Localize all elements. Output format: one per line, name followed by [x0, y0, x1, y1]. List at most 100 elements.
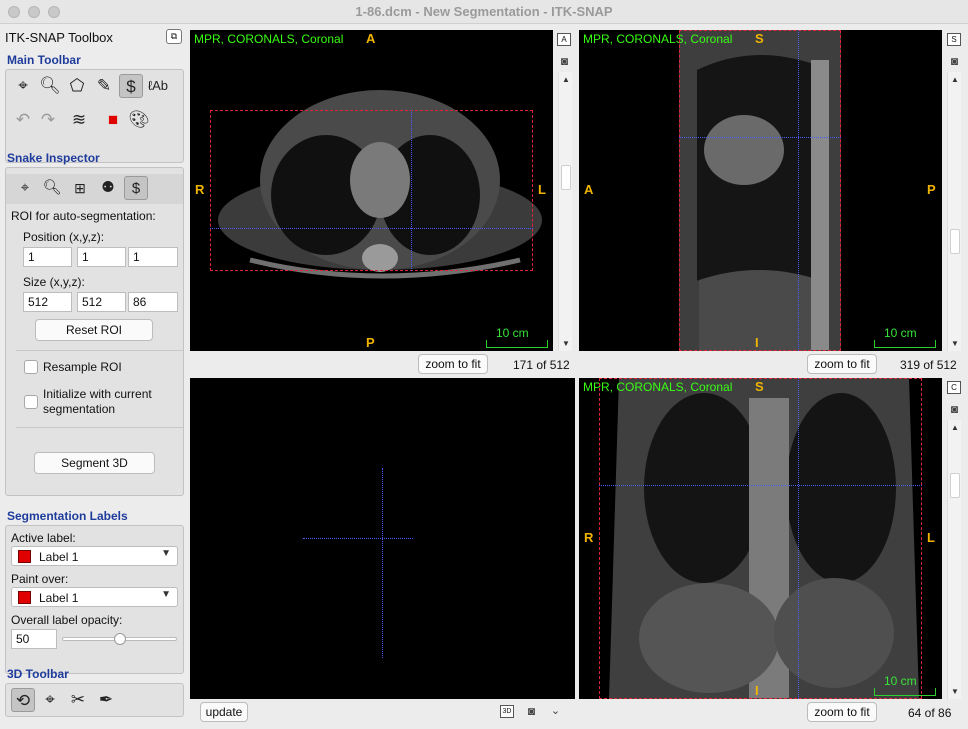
- undock-icon[interactable]: ⧉: [166, 29, 182, 44]
- scroll-down-icon[interactable]: ▼: [559, 339, 573, 348]
- camera-icon[interactable]: ◙: [947, 55, 962, 67]
- opacity-field[interactable]: 50: [11, 629, 57, 649]
- zoom-icon[interactable]: 🔍︎: [38, 74, 62, 98]
- scroll-up-icon[interactable]: ▲: [559, 75, 573, 84]
- paint-over-value: Label 1: [39, 591, 79, 605]
- paintbrush-icon[interactable]: ✎: [92, 74, 116, 98]
- position-x-field[interactable]: 1: [23, 247, 72, 267]
- size-y-field[interactable]: 512: [77, 292, 126, 312]
- title-bar: 1-86.dcm - New Segmentation - ITK-SNAP: [0, 0, 968, 24]
- segment-3d-button[interactable]: Segment 3D: [34, 452, 155, 474]
- view-letter-icon[interactable]: C: [947, 381, 961, 394]
- spray-icon[interactable]: ✒: [94, 688, 118, 712]
- opacity-slider-handle[interactable]: [114, 633, 126, 645]
- scalpel-icon[interactable]: ✂: [66, 688, 90, 712]
- roi-label: ROI for auto-segmentation:: [11, 209, 156, 223]
- scroll-up-icon[interactable]: ▲: [948, 75, 962, 84]
- paint-over-swatch: [18, 591, 31, 604]
- paint-over-select[interactable]: Label 1 ▼: [11, 587, 178, 607]
- opacity-slider[interactable]: [62, 633, 177, 645]
- update-button[interactable]: update: [200, 702, 248, 722]
- axial-view[interactable]: MPR, CORONALS, Coronal A P R L 10 cm: [190, 30, 553, 351]
- scale-bar: [874, 688, 936, 696]
- 3d-view[interactable]: [190, 378, 575, 699]
- zoom-to-fit-button[interactable]: zoom to fit: [807, 702, 877, 722]
- scale-bar: [486, 340, 548, 348]
- position-z-field[interactable]: 1: [128, 247, 178, 267]
- palette-icon[interactable]: 🎨︎: [127, 108, 151, 132]
- camera-icon[interactable]: ◙: [557, 55, 572, 67]
- snake-icon[interactable]: $: [124, 176, 148, 200]
- orientation-bottom: P: [366, 335, 375, 350]
- segmentation-labels-heading: Segmentation Labels: [7, 509, 128, 523]
- crosshair-horizontal: [679, 137, 841, 138]
- toolbox-title: ITK-SNAP Toolbox: [5, 30, 113, 45]
- opacity-caption: Overall label opacity:: [11, 613, 123, 627]
- active-label-swatch: [18, 550, 31, 563]
- camera-icon[interactable]: ◙: [524, 705, 539, 717]
- app-window: 1-86.dcm - New Segmentation - ITK-SNAP I…: [0, 0, 968, 729]
- initialize-label-line1: Initialize with current: [43, 387, 152, 401]
- crosshair-vertical: [411, 110, 412, 271]
- polygon-icon[interactable]: ⬠: [65, 74, 89, 98]
- sagittal-view[interactable]: MPR, CORONALS, Coronal S I A P 10 cm: [579, 30, 942, 351]
- resample-roi-checkbox[interactable]: [24, 360, 38, 374]
- zoom-to-fit-button[interactable]: zoom to fit: [807, 354, 877, 374]
- size-x-field[interactable]: 512: [23, 292, 72, 312]
- roi-box[interactable]: [679, 30, 841, 351]
- coronal-slice-scrollbar[interactable]: ▲ ▼: [947, 420, 961, 699]
- axial-slice-scrollbar[interactable]: ▲ ▼: [558, 72, 572, 351]
- initialize-checkbox[interactable]: [24, 395, 38, 409]
- annotation-icon[interactable]: ℓAb: [146, 74, 170, 98]
- scroll-down-icon[interactable]: ▼: [948, 687, 962, 696]
- window-title: 1-86.dcm - New Segmentation - ITK-SNAP: [355, 4, 613, 19]
- crosshair-vertical: [798, 378, 799, 699]
- roi-box[interactable]: [210, 110, 533, 271]
- size-z-field[interactable]: 86: [128, 292, 178, 312]
- view-letter-icon[interactable]: A: [557, 33, 571, 46]
- redo-icon[interactable]: ↷: [36, 108, 60, 132]
- table-icon[interactable]: ⊞: [68, 176, 92, 200]
- scroll-thumb[interactable]: [561, 165, 571, 190]
- scroll-up-icon[interactable]: ▲: [948, 423, 962, 432]
- scroll-thumb[interactable]: [950, 229, 960, 254]
- zoom-icon[interactable]: 🔍︎: [40, 176, 64, 200]
- chevron-down-icon[interactable]: ⌄: [548, 705, 563, 717]
- undo-icon[interactable]: ↶: [11, 108, 35, 132]
- crosshair-icon[interactable]: ⌖: [11, 74, 35, 98]
- zoom-to-fit-button[interactable]: zoom to fit: [418, 354, 488, 374]
- chevron-down-icon: ▼: [161, 548, 171, 559]
- crosshair-horizontal: [210, 228, 533, 229]
- roi-box[interactable]: [599, 378, 922, 699]
- sagittal-slice-scrollbar[interactable]: ▲ ▼: [947, 72, 961, 351]
- paint-over-caption: Paint over:: [11, 572, 69, 586]
- slice-indicator: 319 of 512: [900, 358, 957, 372]
- position-y-field[interactable]: 1: [77, 247, 126, 267]
- size-label: Size (x,y,z):: [23, 275, 85, 289]
- initialize-label-line2: segmentation: [43, 402, 116, 416]
- scale-label: 10 cm: [884, 674, 917, 688]
- coronal-view[interactable]: MPR, CORONALS, Coronal S I R L 10 cm: [579, 378, 942, 699]
- crosshair-3d-icon[interactable]: ⌖: [38, 688, 62, 712]
- crosshair-vertical: [382, 468, 383, 658]
- active-label-select[interactable]: Label 1 ▼: [11, 546, 178, 566]
- chevron-down-icon: ▼: [161, 589, 171, 600]
- main-toolbar-panel: ⌖ 🔍︎ ⬠ ✎ $ ℓAb ↶ ↷ ≋ ■ 🎨︎: [5, 69, 184, 163]
- snake-head-icon[interactable]: ⚉: [96, 176, 120, 200]
- resample-roi-label: Resample ROI: [43, 360, 122, 374]
- reset-roi-button[interactable]: Reset ROI: [35, 319, 153, 341]
- layers-icon[interactable]: ≋: [67, 108, 91, 132]
- crosshair-horizontal: [599, 485, 922, 486]
- camera-icon[interactable]: ◙: [947, 403, 962, 415]
- snake-inspector-panel: ⌖ 🔍︎ ⊞ ⚉ $ ROI for auto-segmentation: Po…: [5, 167, 184, 496]
- rotate-3d-icon[interactable]: ⟲: [11, 688, 35, 712]
- 3d-mode-icon[interactable]: 3D: [500, 705, 514, 718]
- crosshair-horizontal: [303, 538, 413, 539]
- scroll-down-icon[interactable]: ▼: [948, 339, 962, 348]
- label-color-icon[interactable]: ■: [101, 108, 125, 132]
- crosshair-icon[interactable]: ⌖: [13, 176, 37, 200]
- 3d-toolbar-panel: ⟲ ⌖ ✂ ✒: [5, 683, 184, 717]
- snake-icon[interactable]: $: [119, 74, 143, 98]
- scroll-thumb[interactable]: [950, 473, 960, 498]
- view-letter-icon[interactable]: S: [947, 33, 961, 46]
